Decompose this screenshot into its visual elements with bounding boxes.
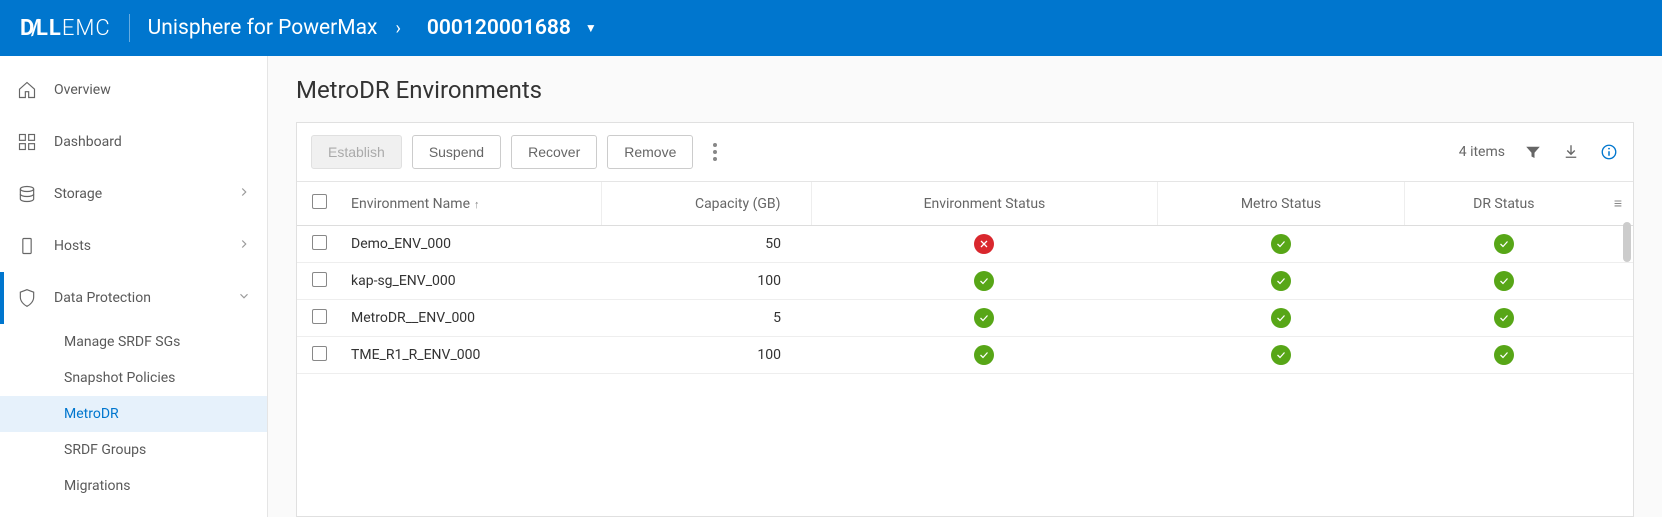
row-checkbox[interactable] — [312, 235, 327, 250]
status-ok-icon — [1271, 345, 1291, 365]
cell-name: TME_R1_R_ENV_000 — [341, 337, 601, 374]
table-row[interactable]: Demo_ENV_00050 — [297, 226, 1633, 263]
sort-asc-icon: ↑ — [474, 198, 480, 211]
cell-capacity: 100 — [601, 337, 811, 374]
select-all-checkbox[interactable] — [312, 194, 327, 209]
environments-panel: Establish Suspend Recover Remove 4 items — [296, 122, 1634, 517]
status-ok-icon — [1494, 234, 1514, 254]
sidebar-sub-metrodr[interactable]: MetroDR — [0, 396, 267, 432]
row-checkbox[interactable] — [312, 272, 327, 287]
cell-env-status — [811, 300, 1158, 337]
page-title: MetroDR Environments — [296, 76, 1634, 104]
cell-dr-status — [1404, 226, 1603, 263]
remove-button[interactable]: Remove — [607, 135, 693, 169]
cell-env-status — [811, 337, 1158, 374]
environments-table: Environment Name↑ Capacity (GB) Environm… — [297, 182, 1633, 374]
home-icon — [16, 79, 38, 101]
export-icon[interactable] — [1561, 142, 1581, 162]
col-env-status[interactable]: Environment Status — [811, 182, 1158, 226]
sidebar-item-label: Storage — [54, 186, 102, 202]
cell-metro-status — [1158, 226, 1404, 263]
cell-capacity: 5 — [601, 300, 811, 337]
breadcrumb-chevron-icon: › — [395, 18, 400, 39]
main-content: MetroDR Environments Establish Suspend R… — [268, 56, 1662, 517]
sidebar-item-label: Overview — [54, 82, 111, 98]
cell-name: MetroDR__ENV_000 — [341, 300, 601, 337]
sidebar-item-label: Dashboard — [54, 134, 122, 150]
status-ok-icon — [1271, 271, 1291, 291]
status-ok-icon — [1494, 308, 1514, 328]
cell-name: Demo_ENV_000 — [341, 226, 601, 263]
status-ok-icon — [974, 345, 994, 365]
status-ok-icon — [1271, 234, 1291, 254]
recover-button[interactable]: Recover — [511, 135, 597, 169]
sidebar-sub-srdf-groups[interactable]: SRDF Groups — [0, 432, 267, 468]
status-ok-icon — [974, 271, 994, 291]
sidebar-sub-manage-srdf-sgs[interactable]: Manage SRDF SGs — [0, 324, 267, 360]
dashboard-icon — [16, 131, 38, 153]
header-separator — [129, 14, 130, 42]
cell-capacity: 100 — [601, 263, 811, 300]
cell-capacity: 50 — [601, 226, 811, 263]
cell-metro-status — [1158, 263, 1404, 300]
app-name[interactable]: Unisphere for PowerMax — [148, 16, 378, 40]
sidebar-item-data-protection[interactable]: Data Protection — [0, 272, 267, 324]
col-metro-status[interactable]: Metro Status — [1158, 182, 1404, 226]
app-header: D∕LLEMC Unisphere for PowerMax › 0001200… — [0, 0, 1662, 56]
sidebar-item-hosts[interactable]: Hosts — [0, 220, 267, 272]
table-row[interactable]: kap-sg_ENV_000100 — [297, 263, 1633, 300]
chevron-down-icon[interactable]: ▼ — [585, 21, 597, 35]
sidebar-item-overview[interactable]: Overview — [0, 64, 267, 116]
item-count: 4 items — [1459, 144, 1505, 160]
shield-icon — [16, 287, 38, 309]
cell-metro-status — [1158, 300, 1404, 337]
status-ok-icon — [1494, 345, 1514, 365]
col-capacity[interactable]: Capacity (GB) — [601, 182, 811, 226]
brand-logo: D∕LLEMC — [20, 15, 111, 41]
cell-name: kap-sg_ENV_000 — [341, 263, 601, 300]
more-actions-icon[interactable] — [703, 135, 727, 169]
filter-icon[interactable] — [1523, 142, 1543, 162]
info-icon[interactable] — [1599, 142, 1619, 162]
chevron-right-icon — [237, 237, 251, 255]
table-row[interactable]: MetroDR__ENV_0005 — [297, 300, 1633, 337]
cell-env-status — [811, 263, 1158, 300]
sidebar: Overview Dashboard Storage Hosts Data Pr… — [0, 56, 268, 517]
status-ok-icon — [1271, 308, 1291, 328]
sidebar-sub-migrations[interactable]: Migrations — [0, 468, 267, 504]
cell-env-status — [811, 226, 1158, 263]
chevron-down-icon — [237, 289, 251, 307]
storage-icon — [16, 183, 38, 205]
row-checkbox[interactable] — [312, 309, 327, 324]
sidebar-item-label: Data Protection — [54, 290, 151, 306]
column-settings-icon[interactable]: ≡ — [1603, 182, 1633, 226]
status-error-icon — [974, 234, 994, 254]
cell-metro-status — [1158, 337, 1404, 374]
cell-dr-status — [1404, 300, 1603, 337]
col-environment-name[interactable]: Environment Name↑ — [341, 182, 601, 226]
cell-dr-status — [1404, 337, 1603, 374]
status-ok-icon — [1494, 271, 1514, 291]
table-row[interactable]: TME_R1_R_ENV_000100 — [297, 337, 1633, 374]
system-id-selector[interactable]: 000120001688 — [427, 16, 571, 40]
cell-dr-status — [1404, 263, 1603, 300]
chevron-right-icon — [237, 185, 251, 203]
table-toolbar: Establish Suspend Recover Remove 4 items — [297, 123, 1633, 182]
row-checkbox[interactable] — [312, 346, 327, 361]
scrollbar-thumb[interactable] — [1623, 222, 1631, 262]
establish-button[interactable]: Establish — [311, 135, 402, 169]
col-dr-status[interactable]: DR Status — [1404, 182, 1603, 226]
suspend-button[interactable]: Suspend — [412, 135, 501, 169]
sidebar-sub-snapshot-policies[interactable]: Snapshot Policies — [0, 360, 267, 396]
sidebar-item-dashboard[interactable]: Dashboard — [0, 116, 267, 168]
hosts-icon — [16, 235, 38, 257]
sidebar-item-label: Hosts — [54, 238, 91, 254]
status-ok-icon — [974, 308, 994, 328]
sidebar-item-storage[interactable]: Storage — [0, 168, 267, 220]
